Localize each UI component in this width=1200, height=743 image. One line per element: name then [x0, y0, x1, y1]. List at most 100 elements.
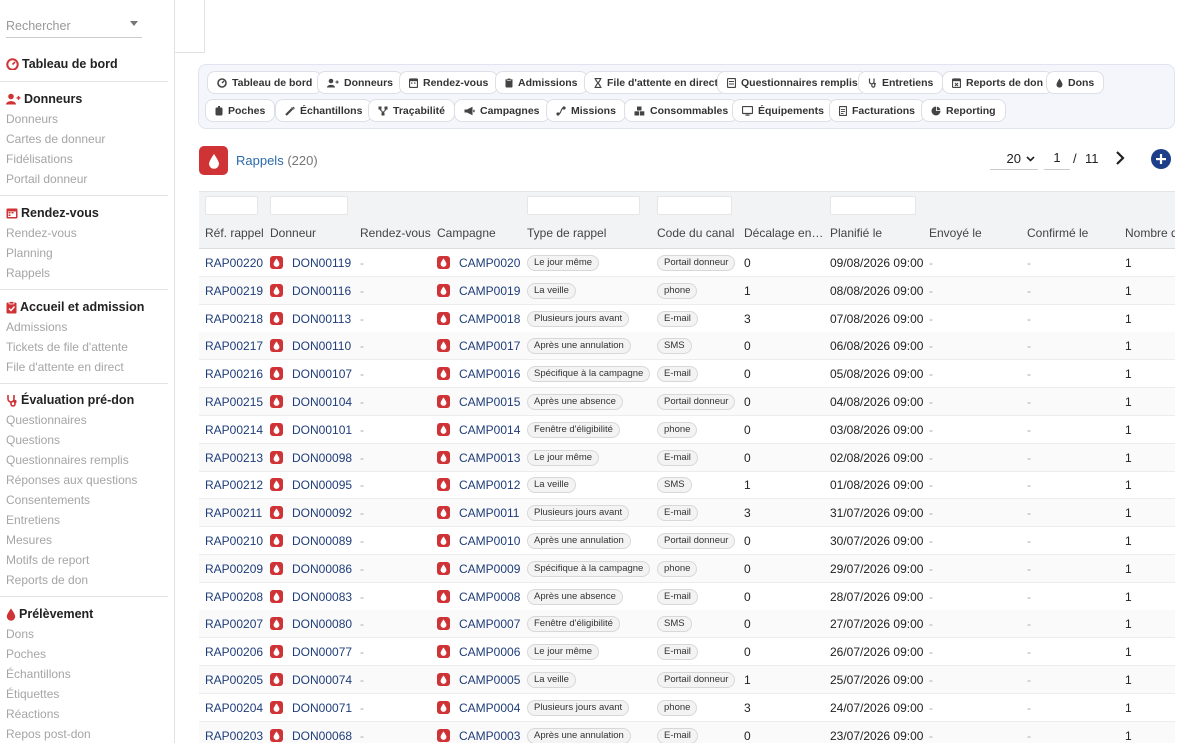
- sidebar-item-rendez-vous[interactable]: Rendez-vous: [0, 223, 174, 243]
- sidebar-item-donneurs[interactable]: Donneurs: [0, 109, 174, 129]
- donor-link[interactable]: DON00110: [292, 339, 351, 353]
- quicknav-reports-de-don[interactable]: Reports de don: [942, 71, 1054, 94]
- column-header-sent[interactable]: Envoyé le: [929, 226, 982, 240]
- sidebar-item-reponses[interactable]: Réponses aux questions: [0, 470, 174, 490]
- reminder-ref-link[interactable]: RAP00203: [205, 729, 263, 743]
- campaign-link[interactable]: CAMP0006: [459, 645, 520, 659]
- donor-link[interactable]: DON00068: [292, 729, 352, 743]
- quicknav-questionnaires-remplis[interactable]: Questionnaires remplis: [717, 71, 868, 94]
- quicknav-admissions[interactable]: Admissions: [495, 71, 588, 94]
- sidebar-item-cartes[interactable]: Cartes de donneur: [0, 129, 174, 149]
- filter-input-donor[interactable]: [270, 196, 348, 215]
- table-row[interactable]: RAP00210 DON00089- CAMP0010 Après une annul…: [199, 527, 1175, 555]
- reminder-ref-link[interactable]: RAP00208: [205, 590, 263, 604]
- sidebar-item-motifs[interactable]: Motifs de report: [0, 550, 174, 570]
- donor-link[interactable]: DON00083: [292, 590, 352, 604]
- filter-input-ref[interactable]: [205, 196, 258, 215]
- table-row[interactable]: RAP00213 DON00098- CAMP0013 Le jour même E-m…: [199, 443, 1175, 472]
- campaign-link[interactable]: CAMP0007: [459, 617, 520, 631]
- table-row[interactable]: RAP00208 DON00083- CAMP0008 Après une absen…: [199, 583, 1175, 611]
- quicknav-missions[interactable]: Missions: [546, 99, 626, 122]
- sidebar-item-file-attente[interactable]: File d'attente en direct: [0, 357, 174, 377]
- reminder-ref-link[interactable]: RAP00215: [205, 395, 263, 409]
- sidebar-item-echantillons[interactable]: Échantillons: [0, 664, 174, 684]
- sidebar-item-consentements[interactable]: Consentements: [0, 490, 174, 510]
- reminder-ref-link[interactable]: RAP00204: [205, 701, 263, 715]
- donor-link[interactable]: DON00101: [292, 423, 352, 437]
- campaign-link[interactable]: CAMP0010: [459, 534, 520, 548]
- table-row[interactable]: RAP00218 DON00113- CAMP0018 Plusieurs jours…: [199, 305, 1175, 333]
- sidebar-item-poches[interactable]: Poches: [0, 644, 174, 664]
- quicknav-consommables[interactable]: Consommables: [624, 99, 739, 122]
- donor-link[interactable]: DON00098: [292, 451, 352, 465]
- table-row[interactable]: RAP00216 DON00107- CAMP0016 Spécifique à la…: [199, 360, 1175, 389]
- sidebar-item-mesures[interactable]: Mesures: [0, 530, 174, 550]
- reminder-ref-link[interactable]: RAP00209: [205, 562, 263, 576]
- donor-link[interactable]: DON00080: [292, 617, 352, 631]
- reminder-ref-link[interactable]: RAP00214: [205, 423, 263, 437]
- sidebar-item-reactions[interactable]: Réactions: [0, 704, 174, 724]
- sidebar-item-dons[interactable]: Dons: [0, 624, 174, 644]
- table-row[interactable]: RAP00220 DON00119- CAMP0020 Le jour même Por…: [199, 249, 1175, 277]
- table-row[interactable]: RAP00209 DON00086- CAMP0009 Spécifique à la…: [199, 554, 1175, 583]
- sidebar-item-tickets[interactable]: Tickets de file d'attente: [0, 337, 174, 357]
- donor-link[interactable]: DON00092: [292, 506, 352, 520]
- table-row[interactable]: RAP00207 DON00080- CAMP0007 Fenêtre d'éligi…: [199, 610, 1175, 639]
- table-row[interactable]: RAP00206 DON00077- CAMP0006 Le jour même E-m…: [199, 638, 1175, 667]
- sidebar-item-fidelisations[interactable]: Fidélisations: [0, 149, 174, 169]
- campaign-link[interactable]: CAMP0004: [459, 701, 520, 715]
- column-header-donor[interactable]: Donneur: [270, 226, 316, 240]
- donor-link[interactable]: DON00116: [292, 284, 351, 298]
- donor-link[interactable]: DON00104: [292, 395, 352, 409]
- campaign-link[interactable]: CAMP0008: [459, 590, 520, 604]
- table-row[interactable]: RAP00211 DON00092- CAMP0011 Plusieurs jours…: [199, 499, 1175, 528]
- donor-link[interactable]: DON00074: [292, 673, 352, 687]
- filter-input-planned[interactable]: [830, 196, 916, 215]
- column-header-count[interactable]: Nombre de: [1125, 226, 1175, 240]
- quicknav-dons[interactable]: Dons: [1046, 71, 1105, 94]
- campaign-link[interactable]: CAMP0014: [459, 423, 520, 437]
- quicknav-tableau-de-bord[interactable]: Tableau de bord: [207, 71, 323, 94]
- quicknav-facturations[interactable]: Facturations: [829, 99, 926, 122]
- quicknav-equipements[interactable]: Équipements: [732, 99, 834, 122]
- column-header-offset[interactable]: Décalage en…: [744, 226, 823, 240]
- sidebar-item-portail[interactable]: Portail donneur: [0, 169, 174, 189]
- campaign-link[interactable]: CAMP0012: [459, 478, 520, 492]
- campaign-link[interactable]: CAMP0020: [459, 256, 520, 270]
- donor-link[interactable]: DON00095: [292, 478, 352, 492]
- page-input[interactable]: 1: [1044, 148, 1070, 170]
- sidebar-item-etiquettes[interactable]: Étiquettes: [0, 684, 174, 704]
- filter-input-channel[interactable]: [657, 196, 732, 215]
- quicknav-entretiens[interactable]: Entretiens: [858, 71, 944, 94]
- column-header-planned[interactable]: Planifié le: [830, 226, 882, 240]
- donor-link[interactable]: DON00086: [292, 562, 352, 576]
- quicknav-echantillons[interactable]: Échantillons: [275, 99, 373, 122]
- sidebar-item-entretiens[interactable]: Entretiens: [0, 510, 174, 530]
- reminder-ref-link[interactable]: RAP00205: [205, 673, 263, 687]
- quicknav-donneurs[interactable]: Donneurs: [317, 71, 404, 94]
- reminder-ref-link[interactable]: RAP00218: [205, 312, 263, 326]
- campaign-link[interactable]: CAMP0017: [459, 339, 520, 353]
- quicknav-file-attente[interactable]: File d'attente en direct: [584, 71, 729, 94]
- column-header-campaign[interactable]: Campagne: [437, 226, 496, 240]
- sidebar-item-planning[interactable]: Planning: [0, 243, 174, 263]
- column-header-confirmed[interactable]: Confirmé le: [1027, 226, 1088, 240]
- table-row[interactable]: RAP00204 DON00071- CAMP0004 Plusieurs jours…: [199, 694, 1175, 722]
- sidebar-item-dashboard[interactable]: Tableau de bord: [0, 54, 174, 74]
- campaign-link[interactable]: CAMP0018: [459, 312, 520, 326]
- per-page-select[interactable]: 20: [990, 148, 1038, 170]
- reminder-ref-link[interactable]: RAP00216: [205, 367, 263, 381]
- donor-link[interactable]: DON00107: [292, 367, 352, 381]
- sidebar-item-reports[interactable]: Reports de don: [0, 570, 174, 590]
- donor-link[interactable]: DON00077: [292, 645, 352, 659]
- table-row[interactable]: RAP00217 DON00110- CAMP0017 Après une annul…: [199, 332, 1175, 361]
- next-page-button[interactable]: [1113, 150, 1127, 166]
- sidebar-item-questionnaires-remplis[interactable]: Questionnaires remplis: [0, 450, 174, 470]
- table-row[interactable]: RAP00203 DON00068- CAMP0003 Après une annul…: [199, 721, 1175, 743]
- campaign-link[interactable]: CAMP0013: [459, 451, 520, 465]
- campaign-link[interactable]: CAMP0003: [459, 729, 520, 743]
- table-row[interactable]: RAP00214 DON00101- CAMP0014 Fenêtre d'éligi…: [199, 416, 1175, 444]
- sidebar-item-questions[interactable]: Questions: [0, 430, 174, 450]
- campaign-link[interactable]: CAMP0011: [459, 506, 519, 520]
- column-header-type[interactable]: Type de rappel: [527, 226, 606, 240]
